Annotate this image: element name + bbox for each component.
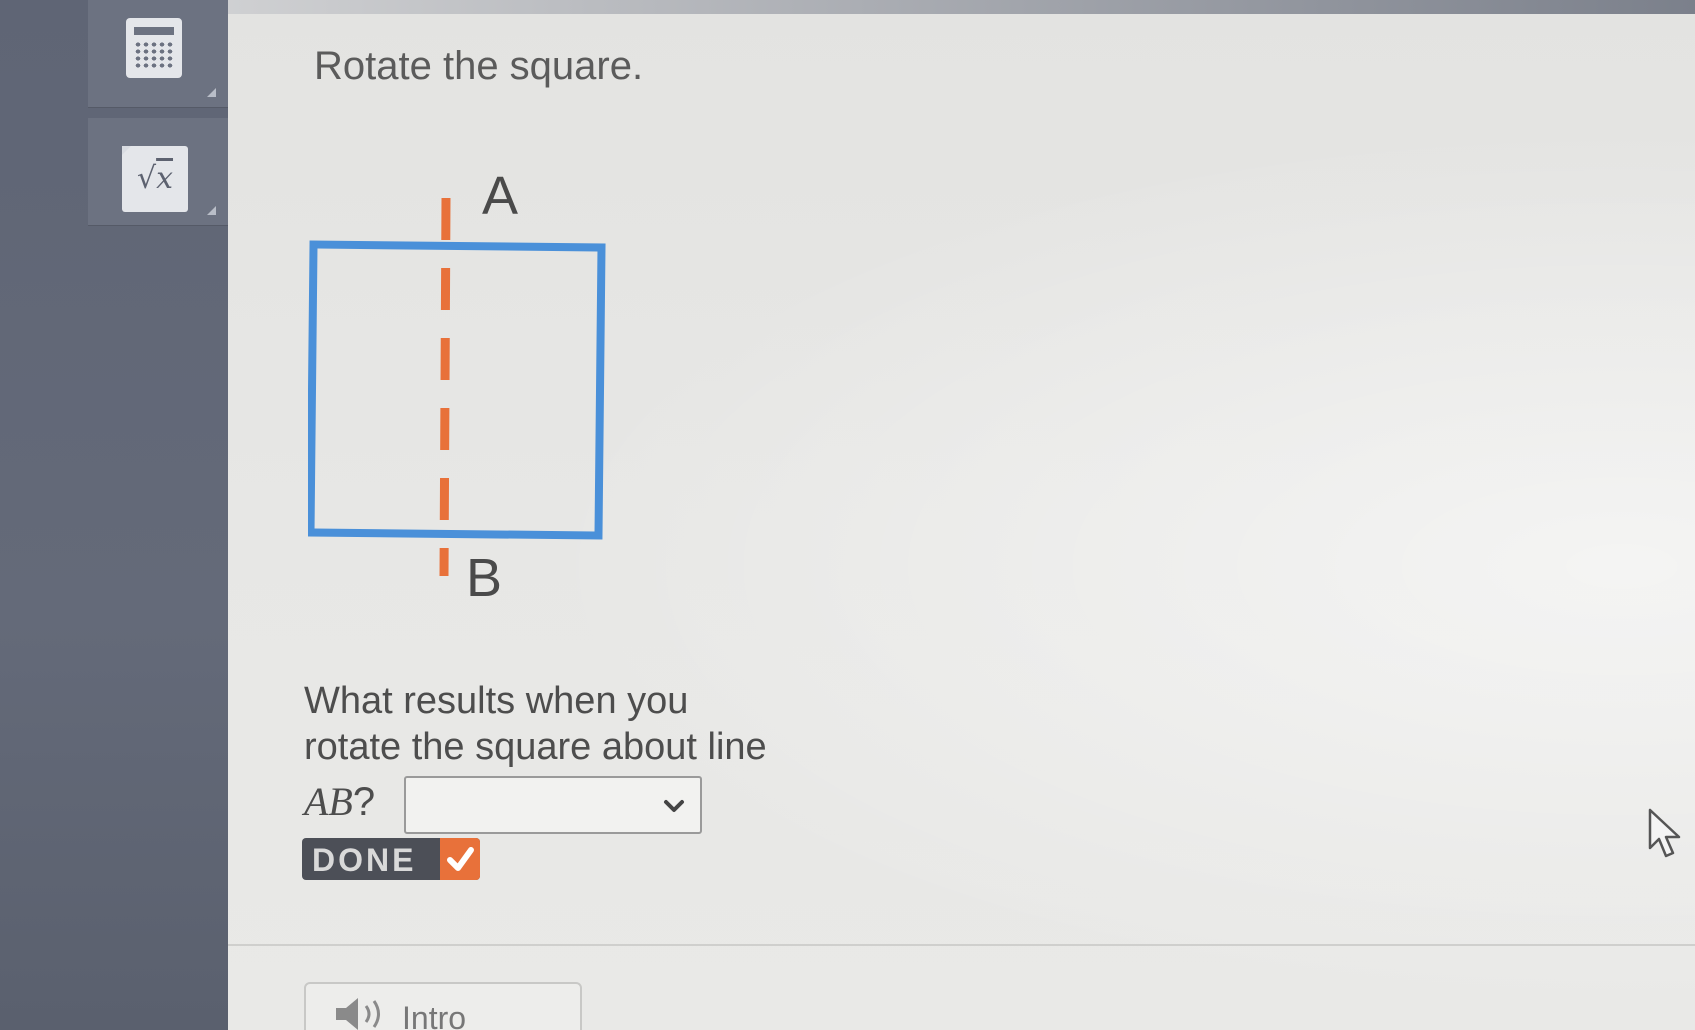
calculator-button[interactable] [88, 0, 228, 108]
done-button[interactable]: DONE [302, 838, 480, 880]
expand-corner-icon [207, 206, 216, 215]
check-icon [440, 838, 480, 880]
section-divider [228, 944, 1695, 946]
question-panel: Rotate the square. A B What results when… [228, 0, 1695, 1030]
square-figure: A B [306, 160, 638, 610]
expand-corner-icon [122, 146, 131, 155]
chevron-down-icon [664, 800, 684, 812]
speaker-icon [336, 998, 380, 1030]
done-label: DONE [312, 842, 417, 878]
label-b: B [466, 548, 502, 608]
calculator-icon [126, 18, 182, 78]
mouse-cursor-icon [1648, 808, 1681, 858]
question-line-2: rotate the square about line [304, 726, 767, 768]
expand-corner-icon [207, 88, 216, 97]
question-text: What results when you rotate the square … [304, 678, 824, 770]
axis-line-ab [439, 197, 451, 577]
tool-sidebar: √x [0, 0, 235, 1030]
page-title: Rotate the square. [314, 44, 644, 88]
square-root-icon: √x [122, 146, 188, 212]
answer-dropdown[interactable] [404, 776, 702, 834]
intro-label: Intro [402, 1000, 467, 1030]
question-line-1: What results when you [304, 680, 689, 722]
line-name: AB? [304, 779, 376, 824]
top-bar [228, 0, 1695, 14]
intro-tab[interactable]: Intro [304, 982, 582, 1030]
label-a: A [482, 166, 518, 226]
formula-button[interactable]: √x [88, 118, 228, 226]
square [306, 240, 606, 540]
